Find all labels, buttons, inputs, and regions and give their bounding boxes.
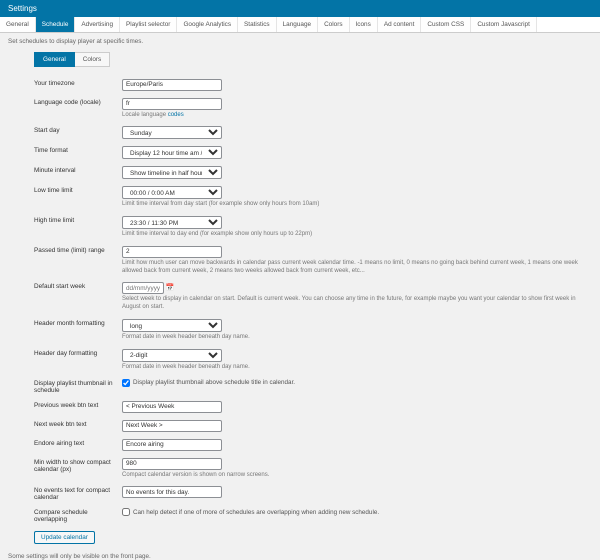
label-overlap: Compare schedule overlapping [34,508,122,523]
nextbtn-input[interactable] [122,420,222,432]
tab-general[interactable]: General [0,17,36,32]
headerday-select[interactable]: 2-digit [122,349,222,362]
defstart-help: Select week to display in calendar on st… [122,296,592,312]
label-mininterval: Minute interval [34,166,122,174]
tab-description: Set schedules to display player at speci… [0,33,600,50]
label-langcode: Language code (locale) [34,98,122,106]
calendar-icon[interactable]: 📅 [166,285,175,292]
langcode-link[interactable]: codes [168,112,184,118]
tab-google-analytics[interactable]: Google Analytics [177,17,238,32]
settings-form: Your timezone Language code (locale) Loc… [0,75,600,550]
tab-icons[interactable]: Icons [350,17,378,32]
label-timefmt: Time format [34,146,122,154]
label-minwidth: Min width to show compact calendar (px) [34,458,122,473]
overlap-cblabel: Can help detect if one of more of schedu… [133,509,379,516]
hmonth-help: Format date in week header beneath day n… [122,334,592,342]
page-title: Settings [0,0,600,17]
subtab-colors[interactable]: Colors [75,52,110,67]
encore-input[interactable] [122,439,222,451]
hightime-select[interactable]: 23:30 / 11:30 PM [122,216,222,229]
lowtime-help: Limit time interval from day start (for … [122,201,592,209]
langcode-help: Locale language codes [122,112,592,120]
minwidth-input[interactable] [122,458,222,470]
passedrange-help: Limit how much user can move backwards i… [122,260,592,276]
minuteinterval-select[interactable]: Show timeline in half hour interval (eve… [122,166,222,179]
tab-colors[interactable]: Colors [318,17,349,32]
label-timezone: Your timezone [34,79,122,87]
label-noevents: No events text for compact calendar [34,486,122,501]
label-dispthumb: Display playlist thumbnail in schedule [34,379,122,394]
dispthumb-checkbox[interactable] [122,379,130,387]
langcode-input[interactable] [122,98,222,110]
label-hmonth: Header month formatting [34,319,122,327]
startday-select[interactable]: Sunday [122,126,222,139]
passedrange-input[interactable] [122,246,222,258]
tab-ad-content[interactable]: Ad content [378,17,422,32]
label-prevbtn: Previous week btn text [34,401,122,409]
tab-language[interactable]: Language [277,17,318,32]
tab-playlist-selector[interactable]: Playlist selector [120,17,177,32]
label-lowtime: Low time limit [34,186,122,194]
tab-statistics[interactable]: Statistics [238,17,277,32]
label-encore: Endore airing text [34,439,122,447]
label-defstart: Default start week [34,282,122,290]
timeformat-select[interactable]: Display 12 hour time am / pm [122,146,222,159]
timezone-input[interactable] [122,79,222,91]
tab-custom-js[interactable]: Custom Javascript [471,17,537,32]
hday-help: Format date in week header beneath day n… [122,364,592,372]
headermonth-select[interactable]: long [122,319,222,332]
label-hday: Header day formatting [34,349,122,357]
main-tabs: General Schedule Advertising Playlist se… [0,17,600,33]
tab-schedule[interactable]: Schedule [36,17,76,32]
lowtime-select[interactable]: 00:00 / 0:00 AM [122,186,222,199]
label-hightime: High time limit [34,216,122,224]
overlap-checkbox[interactable] [122,508,130,516]
hightime-help: Limit time interval to day end (for exam… [122,231,592,239]
footer-note: Some settings will only be visible on th… [0,550,600,560]
minwidth-help: Compact calendar version is shown on nar… [122,472,592,480]
defaultstart-date[interactable] [122,282,164,294]
noevents-input[interactable] [122,486,222,498]
label-startday: Start day [34,126,122,134]
label-nextbtn: Next week btn text [34,420,122,428]
tab-advertising[interactable]: Advertising [75,17,120,32]
sub-tabs: General Colors [34,52,600,67]
tab-custom-css[interactable]: Custom CSS [421,17,471,32]
subtab-general[interactable]: General [34,52,75,67]
dispthumb-cblabel: Display playlist thumbnail above schedul… [133,379,295,386]
label-passedrange: Passed time (limit) range [34,246,122,254]
update-button[interactable]: Update calendar [34,531,95,544]
prevbtn-input[interactable] [122,401,222,413]
